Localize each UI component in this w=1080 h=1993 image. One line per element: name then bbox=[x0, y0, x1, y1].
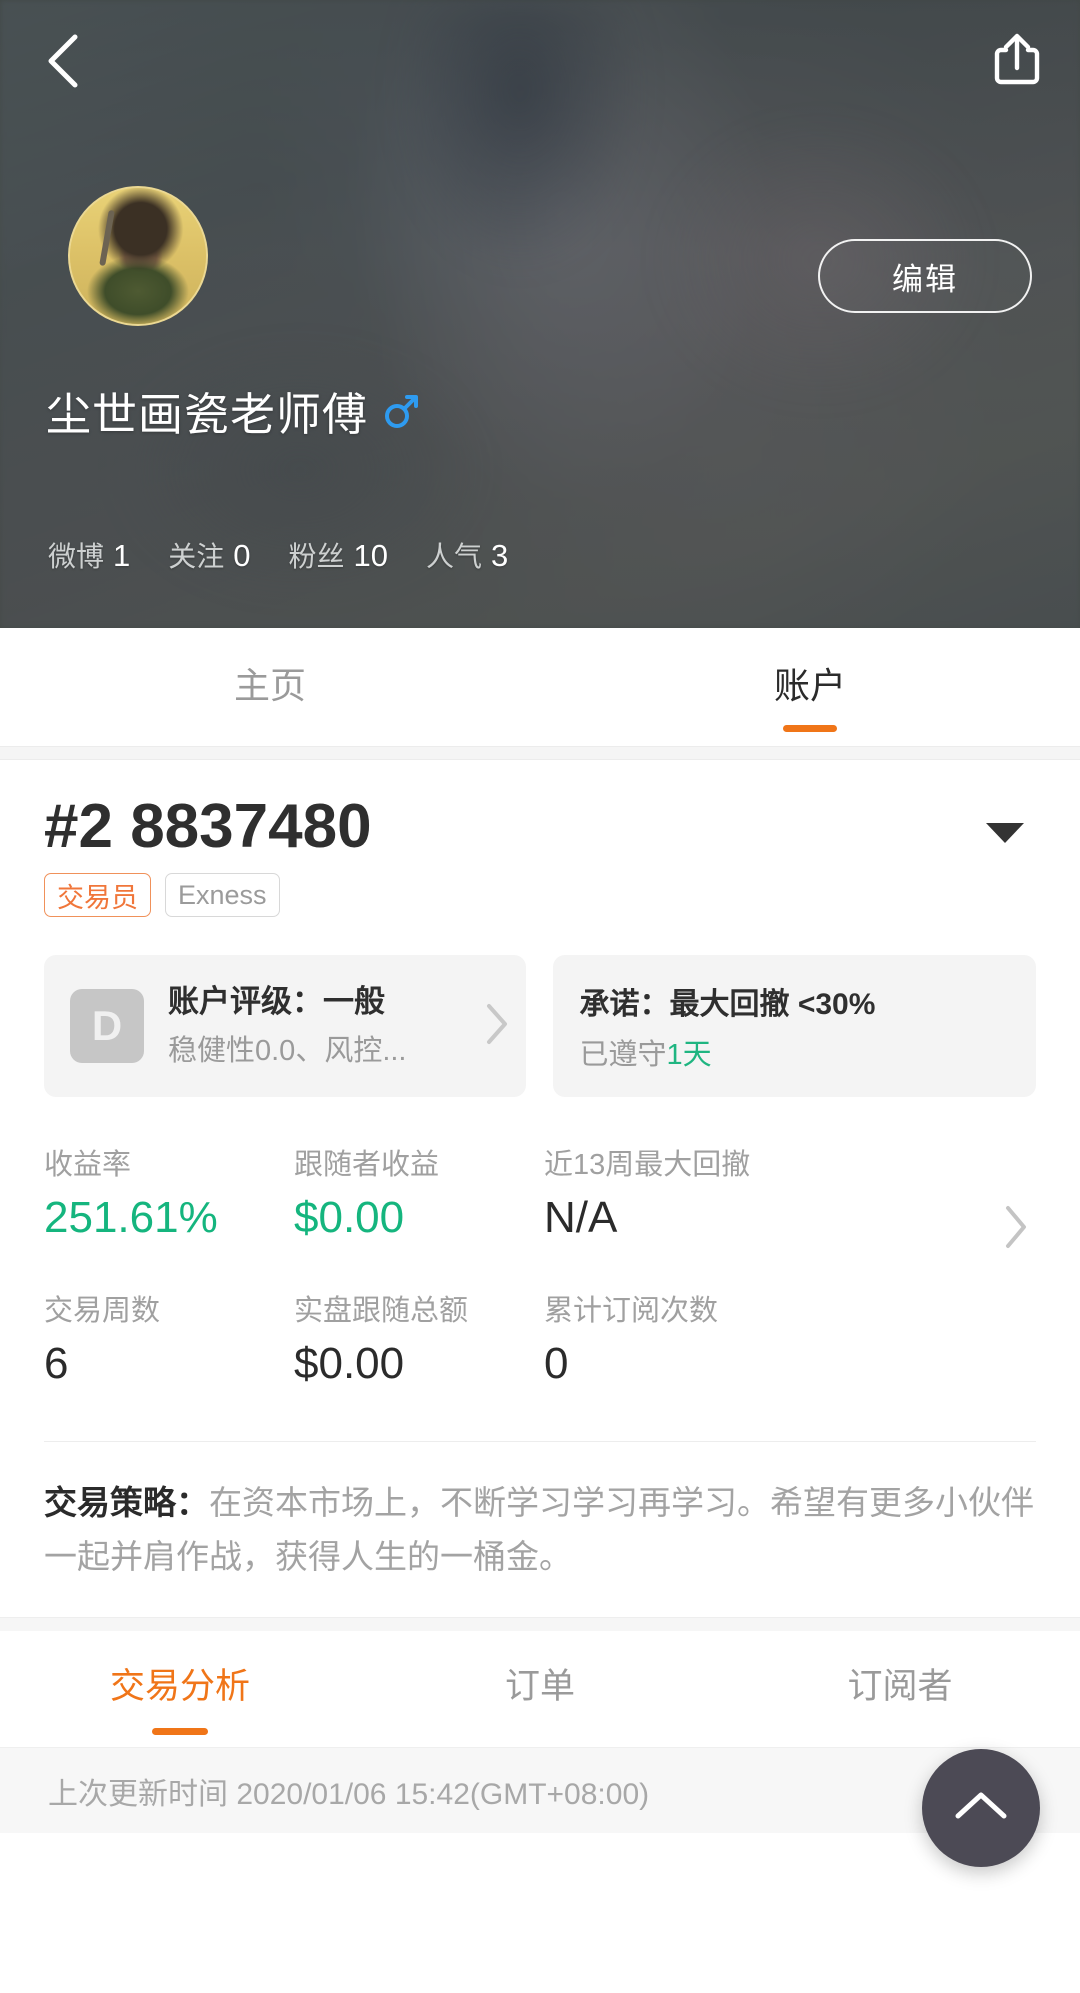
account-rating-card[interactable]: D 账户评级：一般 稳健性0.0、风控... bbox=[44, 955, 527, 1098]
stat-cell-value: 251.61% bbox=[44, 1193, 218, 1243]
share-upload-icon bbox=[992, 32, 1042, 91]
badge-broker[interactable]: Exness bbox=[165, 873, 280, 918]
tab-label: 交易分析 bbox=[109, 1666, 250, 1706]
profile-cover-header: 尘世画瓷老师傅 微博 1 关注 0 粉丝 10 人气 3 编辑 bbox=[0, 0, 1080, 628]
drawdown-promise-card[interactable]: 承诺：最大回撤 <30% 已遵守1天 bbox=[553, 955, 1036, 1098]
stats-detail-button[interactable] bbox=[1002, 1203, 1030, 1256]
account-number: #2 8837480 bbox=[44, 792, 372, 861]
stat-cell-max-drawdown-13w: 近13周最大回撤 N/A bbox=[544, 1141, 874, 1243]
edit-profile-button[interactable]: 编辑 bbox=[818, 239, 1032, 313]
promise-title: 承诺：最大回撤 <30% bbox=[579, 988, 876, 1022]
stats-grid-row: 收益率 251.61% 跟随者收益 $0.00 近13周最大回撤 N/A bbox=[44, 1141, 1036, 1243]
stat-cell-label: 累计订阅次数 bbox=[544, 1295, 719, 1328]
rating-title: 账户评级：一般 bbox=[168, 983, 385, 1019]
stat-label: 人气 bbox=[426, 541, 483, 572]
last-update-bar: 上次更新时间 2020/01/06 15:42(GMT+08:00) bbox=[0, 1747, 1080, 1833]
account-badges: 交易员 Exness bbox=[44, 873, 1036, 918]
strategy-divider bbox=[44, 1441, 1036, 1443]
performance-stats-grid: 收益率 251.61% 跟随者收益 $0.00 近13周最大回撤 N/A 交易周… bbox=[44, 1141, 1036, 1389]
tab-label: 主页 bbox=[233, 665, 306, 706]
stat-weibo[interactable]: 微博 1 bbox=[48, 535, 130, 575]
last-update-text: 上次更新时间 2020/01/06 15:42(GMT+08:00) bbox=[48, 1777, 650, 1811]
rating-text-group: 账户评级：一般 稳健性0.0、风控... bbox=[168, 983, 478, 1070]
stat-cell-return-rate: 收益率 251.61% bbox=[44, 1141, 294, 1243]
stat-cell-label: 跟随者收益 bbox=[294, 1149, 440, 1182]
stat-cell-label: 近13周最大回撤 bbox=[544, 1149, 751, 1182]
rating-grade-badge: D bbox=[70, 989, 144, 1064]
promise-prefix: 已遵守 bbox=[579, 1039, 667, 1072]
account-switch-button[interactable] bbox=[984, 820, 1026, 851]
stat-value: 3 bbox=[491, 538, 509, 573]
caret-down-icon bbox=[984, 823, 1026, 850]
profile-top-tabs: 主页 账户 bbox=[0, 628, 1080, 746]
account-detail-tabs: 交易分析 订单 订阅者 bbox=[0, 1631, 1080, 1747]
tab-homepage[interactable]: 主页 bbox=[0, 628, 540, 746]
promise-days: 1天 bbox=[666, 1039, 712, 1072]
avatar-image bbox=[70, 188, 206, 324]
account-header-row: #2 8837480 bbox=[44, 794, 1036, 859]
profile-stats-row: 微博 1 关注 0 粉丝 10 人气 3 bbox=[48, 535, 508, 575]
badge-trader[interactable]: 交易员 bbox=[44, 873, 151, 918]
stat-cell-value: 6 bbox=[44, 1339, 69, 1389]
stat-cell-value: $0.00 bbox=[294, 1339, 405, 1389]
tab-orders[interactable]: 订单 bbox=[360, 1631, 720, 1747]
chevron-up-icon bbox=[953, 1788, 1009, 1829]
stat-following[interactable]: 关注 0 bbox=[168, 535, 250, 575]
stat-cell-follower-profit: 跟随者收益 $0.00 bbox=[294, 1141, 544, 1243]
promise-subtitle: 已遵守1天 bbox=[579, 1031, 711, 1073]
account-summary-section: #2 8837480 交易员 Exness D 账户评级：一般 稳健性0.0、风… bbox=[0, 760, 1080, 1617]
stat-cell-trading-weeks: 交易周数 6 bbox=[44, 1287, 294, 1389]
info-cards-row: D 账户评级：一般 稳健性0.0、风控... 承诺：最大回撤 <30% 已遵守1… bbox=[44, 955, 1036, 1098]
stat-cell-label: 交易周数 bbox=[44, 1295, 161, 1328]
stat-label: 粉丝 bbox=[288, 541, 345, 572]
stat-cell-label: 收益率 bbox=[44, 1149, 132, 1182]
stat-label: 微博 bbox=[48, 541, 105, 572]
tab-label: 订阅者 bbox=[847, 1666, 953, 1706]
stat-cell-total-subscriptions: 累计订阅次数 0 bbox=[544, 1287, 874, 1389]
chevron-right-icon bbox=[484, 1002, 510, 1051]
trading-strategy-section: 交易策略：在资本市场上，不断学习学习再学习。希望有更多小伙伴一起并肩作战，获得人… bbox=[44, 1476, 1036, 1617]
avatar[interactable] bbox=[68, 186, 208, 326]
stat-cell-label: 实盘跟随总额 bbox=[294, 1295, 469, 1328]
tab-label: 账户 bbox=[773, 665, 846, 706]
profile-name-row: 尘世画瓷老师傅 bbox=[46, 378, 419, 443]
chevron-right-icon bbox=[1002, 1206, 1030, 1255]
stat-followers[interactable]: 粉丝 10 bbox=[289, 535, 389, 575]
stat-cell-value: $0.00 bbox=[294, 1193, 405, 1243]
stat-cell-value: 0 bbox=[544, 1339, 569, 1389]
section-divider bbox=[0, 746, 1080, 760]
stats-grid-row: 交易周数 6 实盘跟随总额 $0.00 累计订阅次数 0 bbox=[44, 1287, 1036, 1389]
scroll-to-top-button[interactable] bbox=[922, 1749, 1040, 1867]
tab-label: 订单 bbox=[504, 1666, 575, 1706]
stat-value: 10 bbox=[353, 538, 389, 573]
tab-account[interactable]: 账户 bbox=[540, 628, 1080, 746]
stat-value: 0 bbox=[233, 538, 251, 573]
male-gender-icon bbox=[384, 390, 419, 435]
stat-value: 1 bbox=[113, 538, 131, 573]
tab-trade-analysis[interactable]: 交易分析 bbox=[0, 1631, 360, 1747]
chevron-left-icon bbox=[43, 31, 83, 91]
page-title: 尘世画瓷老师傅 bbox=[46, 389, 369, 440]
rating-subtitle: 稳健性0.0、风控... bbox=[168, 1035, 407, 1068]
stat-cell-live-follow-total: 实盘跟随总额 $0.00 bbox=[294, 1287, 544, 1389]
profile-screen: 尘世画瓷老师傅 微博 1 关注 0 粉丝 10 人气 3 编辑 主页 账户 #2… bbox=[0, 0, 1080, 1993]
stat-label: 关注 bbox=[168, 541, 225, 572]
stat-popularity[interactable]: 人气 3 bbox=[426, 535, 508, 575]
tab-subscribers[interactable]: 订阅者 bbox=[720, 1631, 1080, 1747]
back-button[interactable] bbox=[26, 24, 100, 98]
share-button[interactable] bbox=[982, 26, 1052, 96]
strategy-label: 交易策略： bbox=[44, 1484, 209, 1522]
bottom-section-divider bbox=[0, 1617, 1080, 1631]
stat-cell-value: N/A bbox=[544, 1193, 618, 1243]
